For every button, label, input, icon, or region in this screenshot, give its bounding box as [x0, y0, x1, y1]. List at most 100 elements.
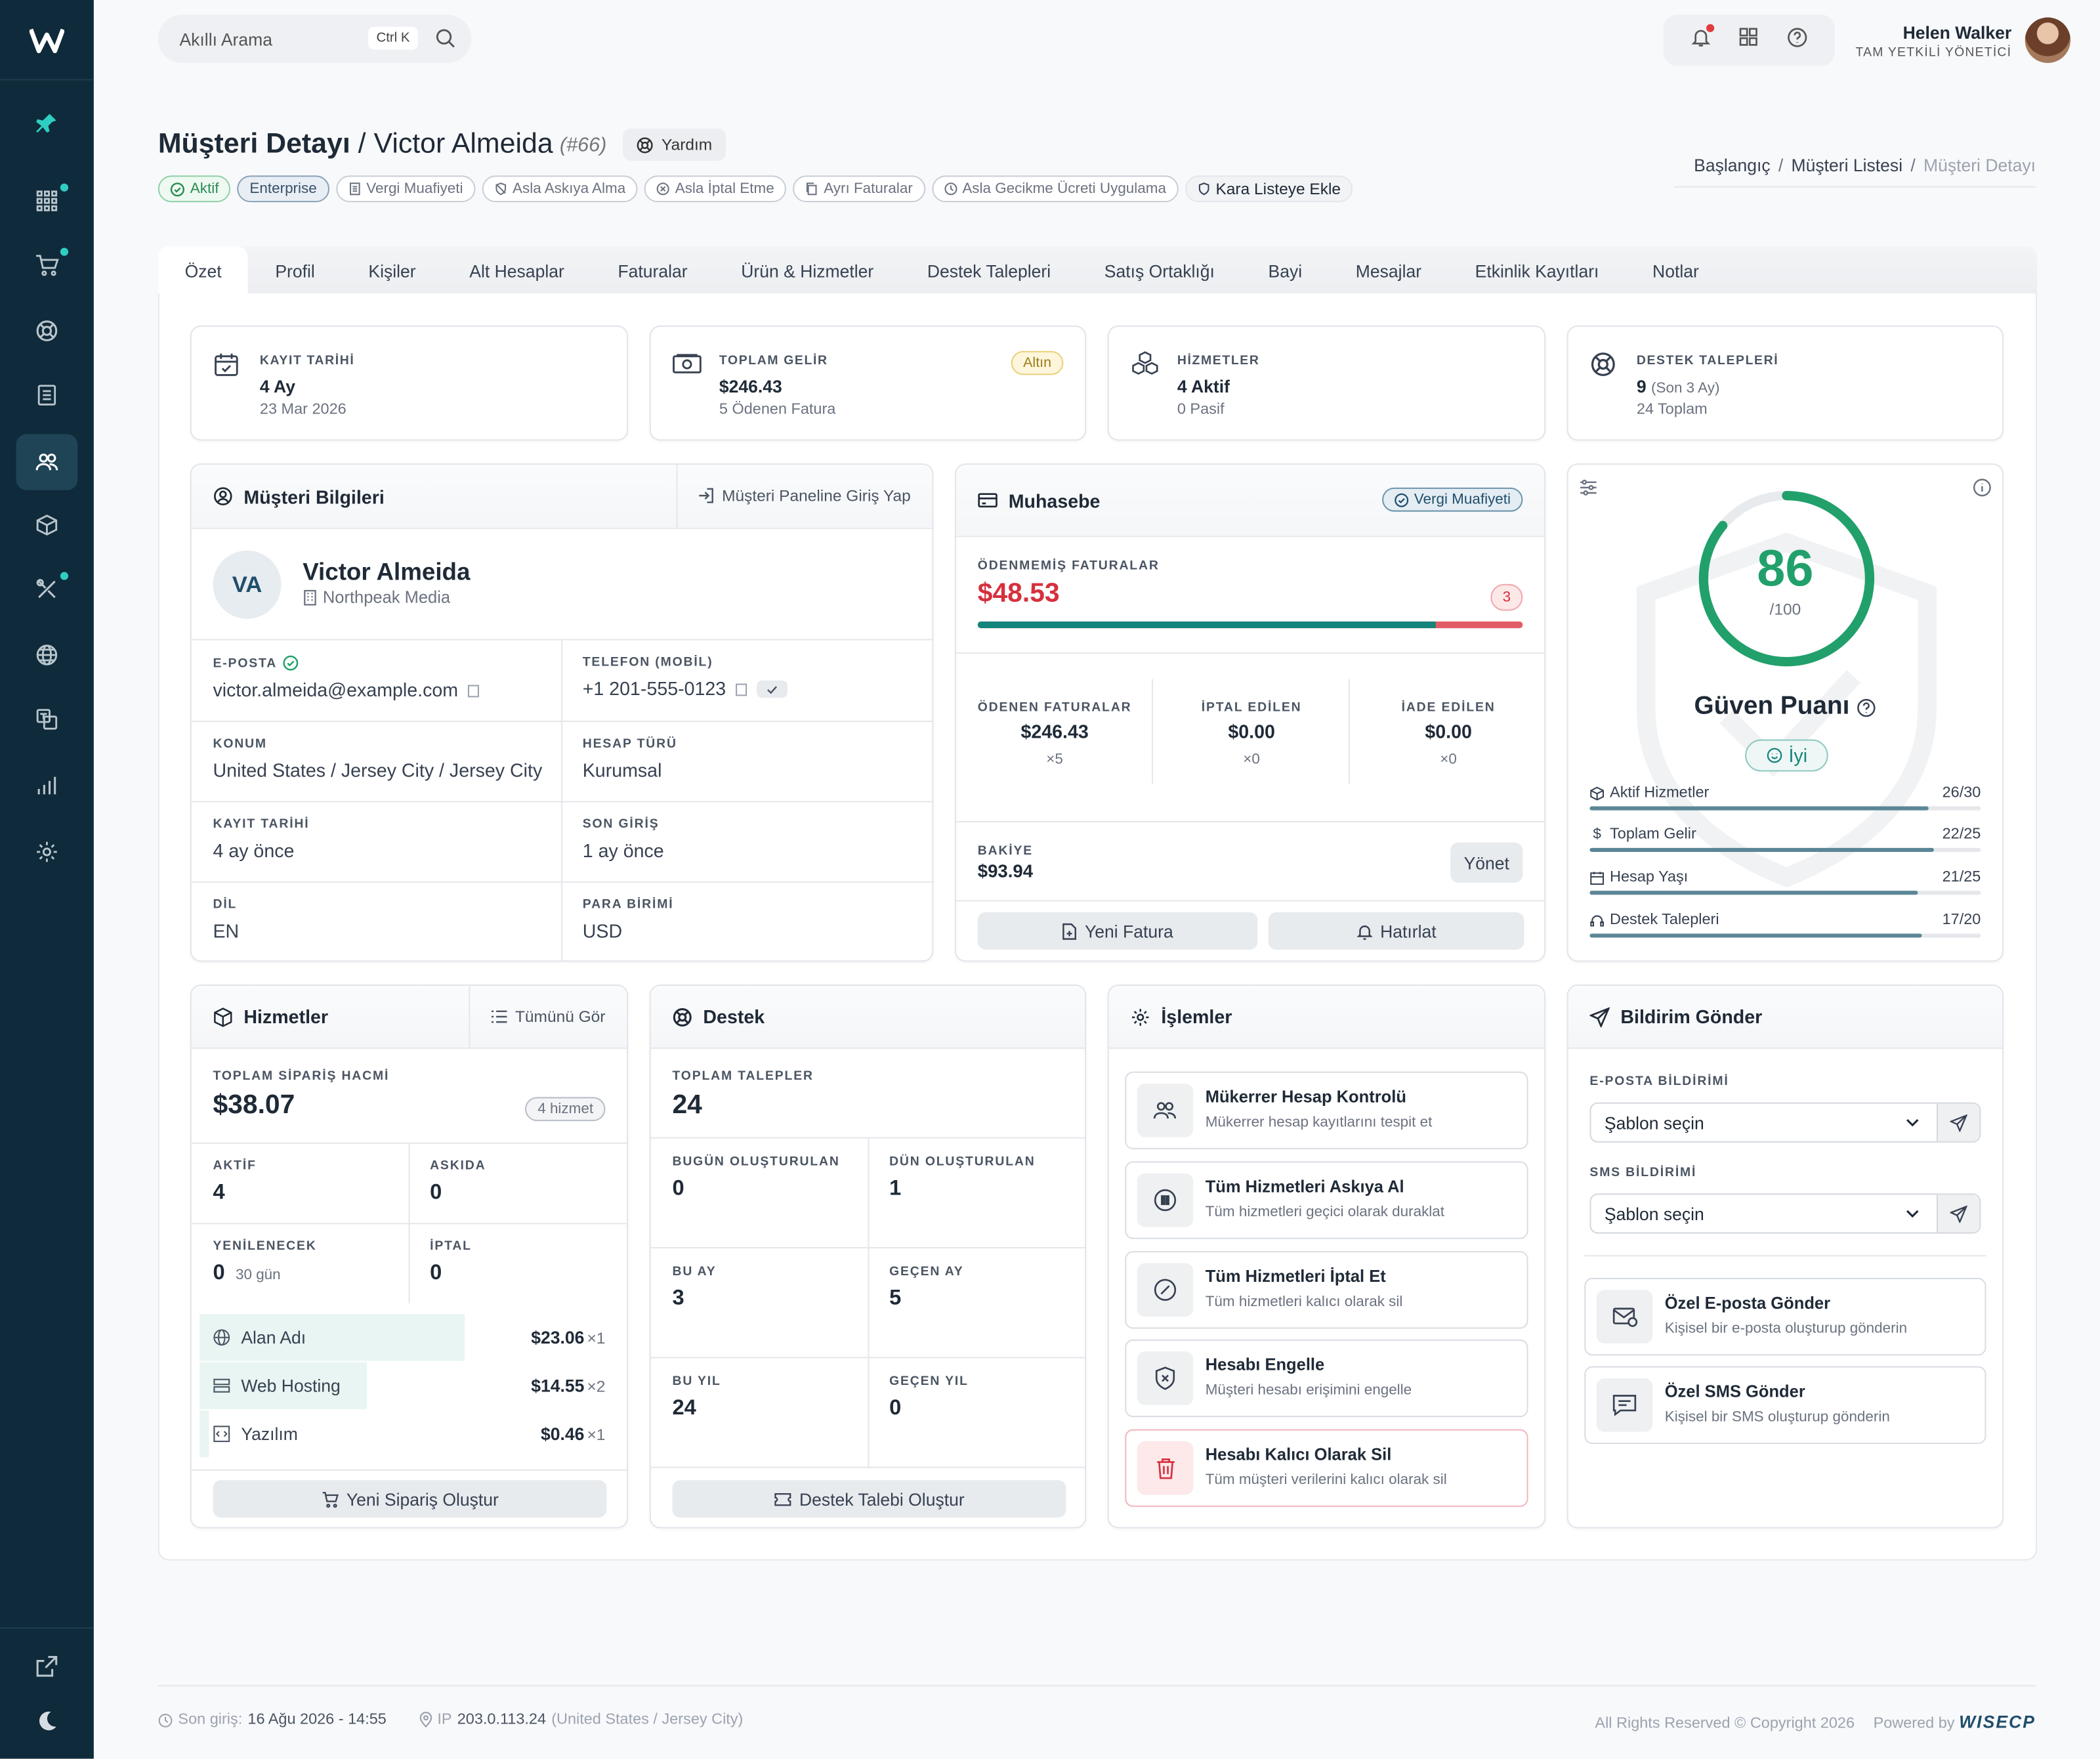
tab-notes[interactable]: Notlar [1626, 247, 1725, 295]
trust-score-title: Güven Puanı [1694, 692, 1850, 721]
service-row-domain[interactable]: Alan Adı $23.06 ×1 [192, 1314, 627, 1362]
tools-icon[interactable] [16, 561, 77, 618]
apps-grid-icon[interactable] [16, 173, 77, 229]
customers-icon[interactable] [16, 434, 78, 490]
tab-products[interactable]: Ürün & Hizmetler [714, 247, 900, 295]
lifebuoy-icon [637, 137, 653, 153]
manage-balance-button[interactable]: Yönet [1450, 842, 1523, 883]
globe-icon[interactable] [16, 627, 77, 683]
block-account-action[interactable]: Hesabı Engelle Müşteri hesabı erişimini e… [1125, 1339, 1528, 1418]
cancel-all-action[interactable]: Tüm Hizmetleri İptal Et Tüm hizmetleri ka… [1125, 1251, 1528, 1329]
ticket-icon [774, 1492, 791, 1506]
breadcrumb-home[interactable]: Başlangıç [1694, 156, 1771, 176]
settings-icon[interactable] [16, 824, 77, 880]
support-icon[interactable] [16, 303, 77, 359]
tag-never-suspend[interactable]: Asla Askıya Alma [482, 175, 638, 203]
page-header: Müşteri Detayı / Victor Almeida (#66) Yar… [158, 128, 726, 161]
create-ticket-button[interactable]: Destek Talebi Oluştur [672, 1480, 1066, 1518]
app-logo[interactable] [0, 0, 94, 81]
search-input[interactable]: Akıllı Arama Ctrl K [158, 14, 472, 63]
currency-field: PARA BİRİMİ USD [582, 897, 674, 942]
code-icon [213, 1426, 230, 1443]
help-circle-icon[interactable] [1786, 26, 1808, 54]
phone-field: TELEFON (MOBİL) +1 201-555-0123 [583, 655, 788, 699]
invoice-icon[interactable] [16, 367, 77, 423]
tab-affiliate[interactable]: Satış Ortaklığı [1078, 247, 1242, 295]
server-icon [213, 1378, 230, 1393]
help-button[interactable]: Yardım [622, 128, 726, 161]
package-icon[interactable] [16, 497, 77, 553]
verified-icon [283, 655, 298, 671]
remind-button[interactable]: Hatırlat [1268, 912, 1524, 950]
tag-never-cancel[interactable]: Asla İptal Etme [644, 175, 787, 203]
grid-icon[interactable] [1739, 27, 1759, 54]
copy-icon[interactable] [734, 681, 748, 696]
tickets-today: BUGÜN OLUŞTURULAN 0 [672, 1155, 840, 1200]
login-icon [699, 488, 714, 503]
support-title: Destek [703, 1006, 765, 1028]
tag-no-late-fee[interactable]: Asla Gecikme Ücreti Uygulama [931, 175, 1179, 203]
notify-title: Bildirim Gönder [1620, 1006, 1763, 1028]
brand-logo[interactable]: WISECP [1959, 1712, 2036, 1732]
tag-tax-exempt[interactable]: Vergi Muafiyeti [335, 175, 475, 203]
tab-activity-logs[interactable]: Etkinlik Kayıtları [1448, 247, 1626, 295]
avatar[interactable] [2025, 17, 2071, 63]
custom-email-action[interactable]: Özel E-posta Gönder Kişisel bir e-posta o… [1584, 1277, 1986, 1356]
delete-account-action[interactable]: Hesabı Kalıcı Olarak Sil Tüm müşteri veri… [1125, 1429, 1528, 1507]
tab-summary[interactable]: Özet [158, 246, 249, 295]
tab-reseller[interactable]: Bayi [1242, 247, 1329, 295]
login-as-customer-button[interactable]: Müşteri Paneline Giriş Yap [698, 486, 911, 505]
tag-active[interactable]: Aktif [158, 175, 231, 203]
sms-template-select[interactable]: Şablon seçin [1589, 1193, 1981, 1234]
duplicate-check-action[interactable]: Mükerrer Hesap Kontrolü Mükerrer hesap ka… [1125, 1071, 1528, 1150]
bell-icon[interactable] [1690, 23, 1715, 54]
tab-invoices[interactable]: Faturalar [591, 247, 715, 295]
service-row-software[interactable]: Yazılım $0.46 ×1 [192, 1410, 627, 1458]
new-invoice-button[interactable]: Yeni Fatura [977, 912, 1258, 950]
send-email-button[interactable] [1936, 1103, 1980, 1141]
dark-mode-icon[interactable] [16, 1693, 77, 1750]
ban-icon [1154, 1279, 1177, 1301]
info-icon[interactable] [1973, 478, 1992, 498]
receipt-icon [349, 182, 360, 196]
tab-tickets[interactable]: Destek Talepleri [900, 247, 1078, 295]
suspend-all-action[interactable]: Tüm Hizmetleri Askıya Al Tüm hizmetleri g… [1125, 1161, 1528, 1239]
external-link-icon[interactable] [16, 1638, 77, 1695]
cart-icon[interactable] [16, 237, 77, 293]
tab-messages[interactable]: Mesajlar [1329, 247, 1448, 295]
services-card: Hizmetler Tümünü Gör TOPLAM SİPARİŞ HACM… [190, 984, 629, 1529]
tag-separate-invoices[interactable]: Ayrı Faturalar [793, 175, 925, 203]
search-icon[interactable] [435, 28, 455, 49]
tab-subaccounts[interactable]: Alt Hesaplar [442, 247, 591, 295]
new-order-button[interactable]: Yeni Sipariş Oluştur [213, 1480, 607, 1518]
chart-icon[interactable] [16, 758, 77, 815]
total-order-label: TOPLAM SİPARİŞ HACMİ [213, 1069, 390, 1084]
user-menu[interactable]: Helen Walker TAM YETKİLİ YÖNETİCİ [1855, 23, 2011, 60]
tab-profile[interactable]: Profil [249, 247, 342, 295]
service-row-hosting[interactable]: Web Hosting $14.55 ×2 [192, 1362, 627, 1410]
breadcrumb-customers[interactable]: Müşteri Listesi [1792, 156, 1903, 176]
calendar-icon [1590, 871, 1605, 885]
list-icon [491, 1010, 507, 1023]
blacklist-button[interactable]: Kara Listeye Ekle [1185, 175, 1353, 203]
stat-tickets: DESTEK TALEPLERİ 9 (Son 3 Ay) 24 Toplam [1566, 325, 2004, 441]
copy-icon[interactable] [466, 683, 480, 697]
translate-icon[interactable] [16, 691, 77, 748]
pause-circle-icon [1154, 1189, 1177, 1212]
smile-icon [1766, 748, 1782, 763]
email-template-select[interactable]: Şablon seçin [1589, 1102, 1981, 1143]
help-circle-icon[interactable] [1857, 697, 1877, 717]
unpaid-value: $48.53 [977, 578, 1060, 608]
phone-verified-badge [757, 679, 788, 698]
trust-score-max: /100 [1769, 600, 1801, 619]
send-sms-button[interactable] [1936, 1195, 1980, 1233]
mail-icon [1612, 1307, 1637, 1327]
filter-icon[interactable] [1579, 478, 1598, 498]
tag-enterprise[interactable]: Enterprise [238, 175, 329, 203]
tab-contacts[interactable]: Kişiler [342, 247, 443, 295]
custom-sms-action[interactable]: Özel SMS Gönder Kişisel bir SMS oluşturup… [1584, 1366, 1986, 1444]
see-all-services-button[interactable]: Tümünü Gör [491, 1007, 605, 1026]
send-icon [1950, 1113, 1967, 1132]
credit-card-icon [978, 493, 998, 508]
pin-icon[interactable] [16, 95, 77, 152]
